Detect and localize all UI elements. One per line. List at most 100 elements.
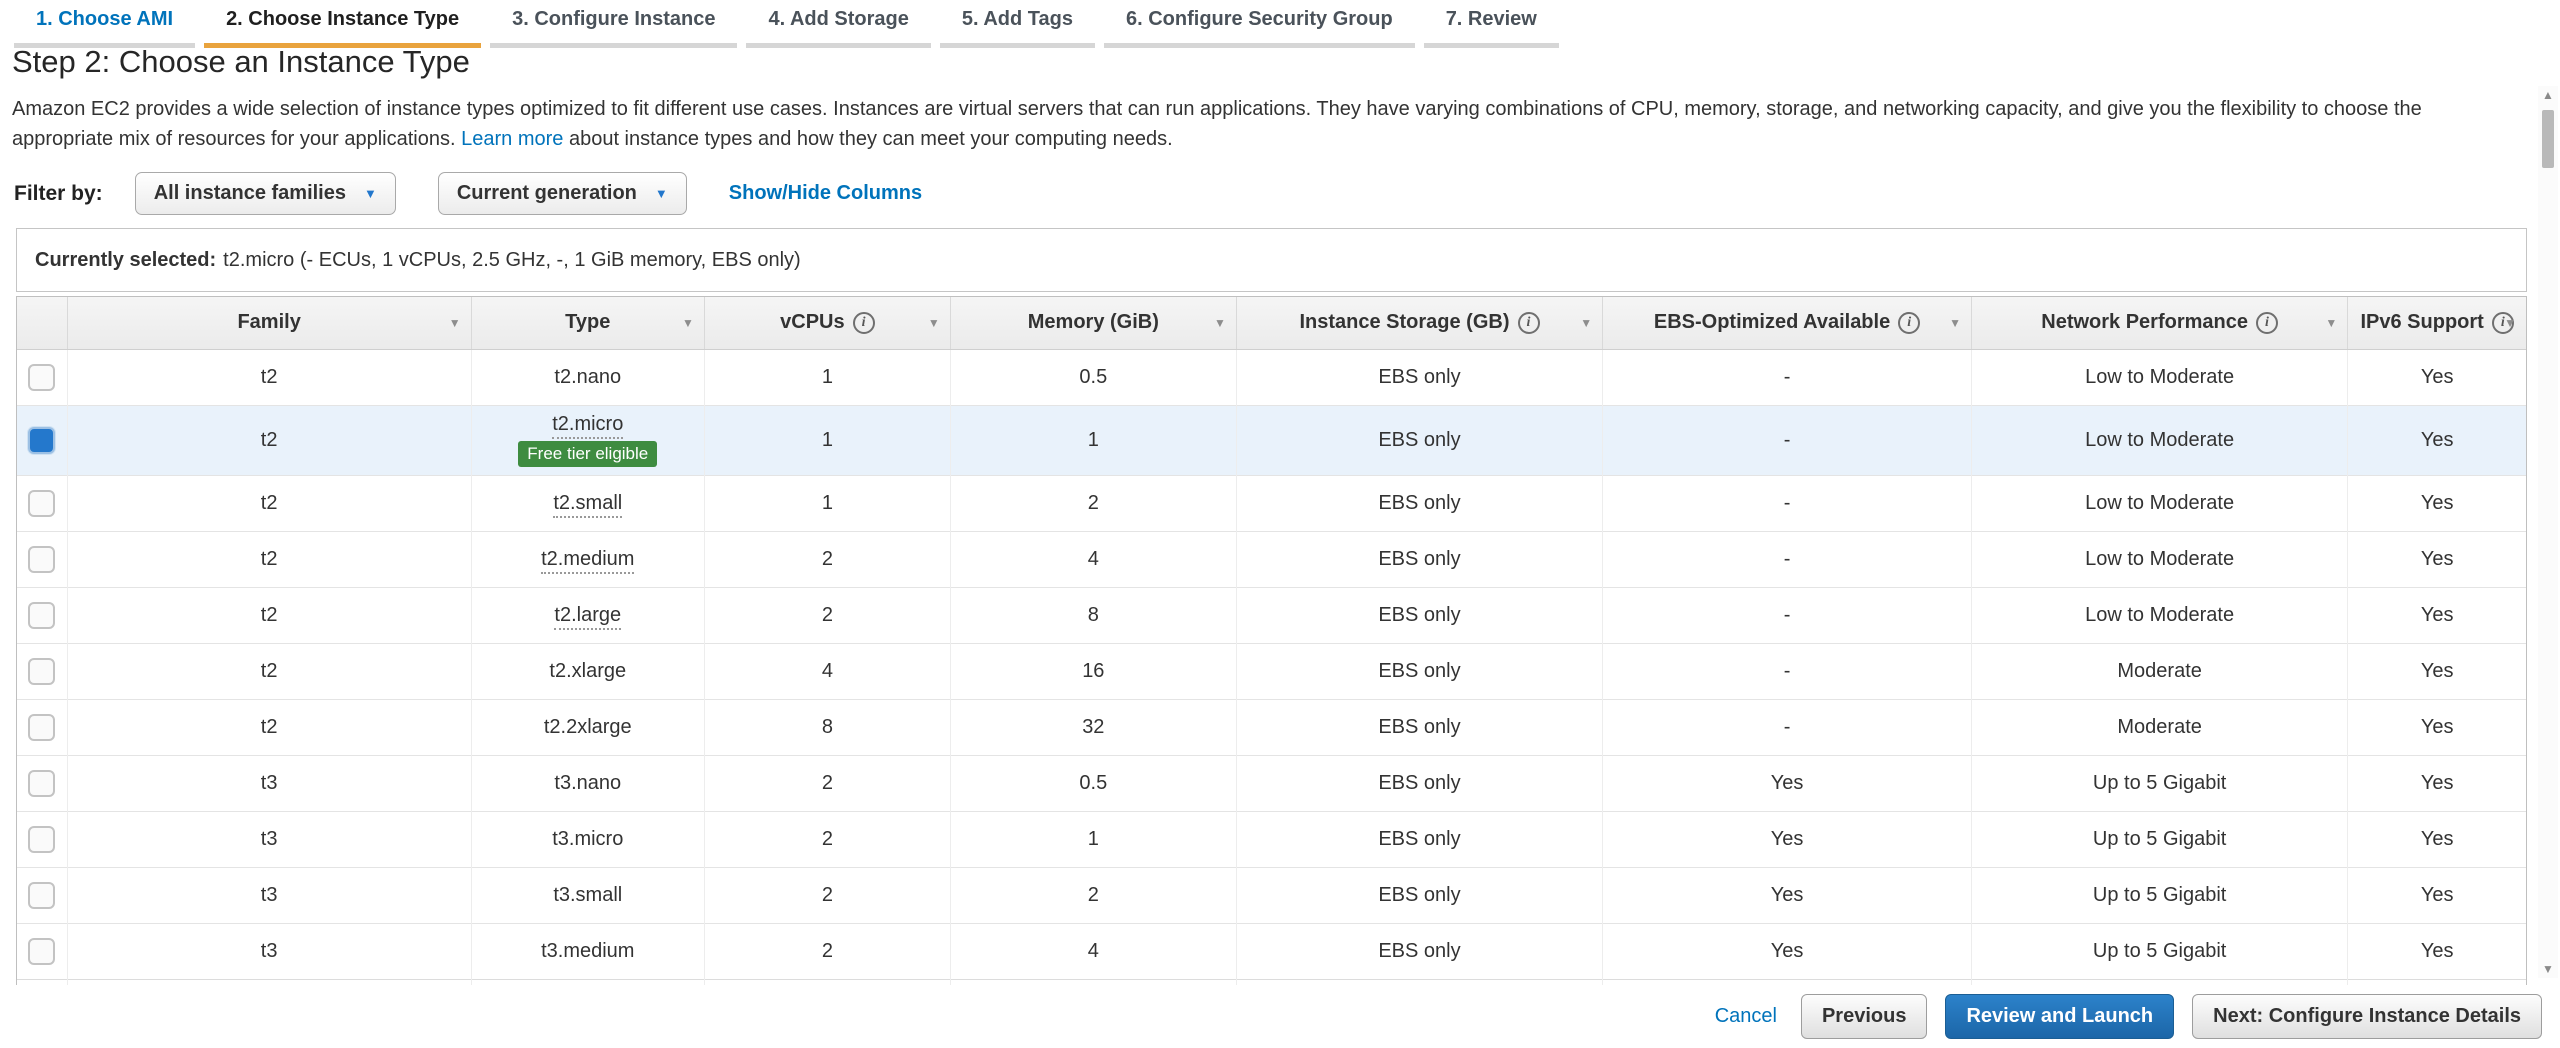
row-checkbox[interactable] [28,882,55,909]
type-link[interactable]: t2.xlarge [549,660,626,682]
type-link[interactable]: t2.2xlarge [544,716,632,738]
row-checkbox[interactable] [28,427,55,454]
column-label: Family [237,311,300,334]
type-link[interactable]: t3.nano [554,772,621,794]
type-link[interactable]: t3.medium [541,940,634,962]
table-row[interactable]: t2 t2.nano 1 0.5 EBS only - Low to Moder… [17,349,2526,405]
cell-ebs-optimized: Yes [1603,923,1972,979]
cell-memory: 2 [950,475,1236,531]
table-row[interactable]: t3 t3.nano 2 0.5 EBS only Yes Up to 5 Gi… [17,755,2526,811]
generation-dropdown[interactable]: Current generation ▼ [438,172,687,215]
learn-more-link[interactable]: Learn more [461,128,563,150]
column-header[interactable]: Memory (GiB) i ▼ [950,297,1236,349]
table-row[interactable]: t3 t3.small 2 2 EBS only Yes Up to 5 Gig… [17,867,2526,923]
column-header[interactable]: vCPUs i ▼ [704,297,950,349]
cell-network-performance: Low to Moderate [1971,475,2347,531]
review-and-launch-button[interactable]: Review and Launch [1945,994,2174,1039]
previous-button[interactable]: Previous [1801,994,1927,1039]
type-link[interactable]: t2.medium [541,548,634,574]
info-icon[interactable]: i [1518,312,1540,334]
column-label: vCPUs [780,311,844,334]
checkbox-cell [17,475,67,531]
show-hide-columns-link[interactable]: Show/Hide Columns [729,182,922,205]
type-link[interactable]: t2.large [554,604,621,630]
type-link[interactable]: t3.micro [552,828,623,850]
row-checkbox[interactable] [28,364,55,391]
checkbox-cell [17,587,67,643]
wizard-tab-1[interactable]: 1. Choose AMI [14,0,195,48]
row-checkbox[interactable] [28,602,55,629]
table-row[interactable]: t2 t2.2xlarge 8 32 EBS only - Moderate Y… [17,699,2526,755]
generation-dropdown-value: Current generation [457,182,637,205]
tab-label: 7. Review [1446,8,1537,30]
row-checkbox[interactable] [28,490,55,517]
info-icon[interactable]: i [853,312,875,334]
table-row[interactable]: t3 t3.medium 2 4 EBS only Yes Up to 5 Gi… [17,923,2526,979]
type-link[interactable]: t2.nano [554,366,621,388]
cell-instance-storage: EBS only [1236,349,1602,405]
cell-ebs-optimized: - [1603,531,1972,587]
header-checkbox-cell [17,297,67,349]
table-row[interactable]: t2 t2.small 1 2 EBS only - Low to Modera… [17,475,2526,531]
cell-type: t3.small [471,867,704,923]
scrollbar-thumb[interactable] [2542,110,2554,168]
instance-family-dropdown[interactable]: All instance families ▼ [135,172,396,215]
cancel-link[interactable]: Cancel [1715,1005,1777,1028]
wizard-tab-2[interactable]: 2. Choose Instance Type [204,0,481,48]
scrollbar-up-arrow-icon[interactable]: ▲ [2538,86,2558,104]
cell-vcpus: 2 [704,587,950,643]
sort-caret-icon: ▼ [1214,316,1226,330]
next-configure-instance-details-button[interactable]: Next: Configure Instance Details [2192,994,2542,1039]
cell-ebs-optimized: Yes [1603,811,1972,867]
cell-memory: 4 [950,923,1236,979]
page-scrollbar[interactable]: ▲ ▼ [2538,86,2558,978]
cell-ipv6-support: Yes [2348,405,2526,475]
cell-ebs-optimized: Yes [1603,755,1972,811]
table-row[interactable]: t2 t2.micro Free tier eligible 1 1 EBS o… [17,405,2526,475]
table-row[interactable]: t2 t2.large 2 8 EBS only - Low to Modera… [17,587,2526,643]
row-checkbox[interactable] [28,658,55,685]
column-header[interactable]: EBS-Optimized Available i ▼ [1603,297,1972,349]
type-link[interactable]: t2.small [553,492,622,518]
cell-ebs-optimized: - [1603,349,1972,405]
cell-family: t3 [67,811,471,867]
sort-caret-icon: ▼ [2504,316,2516,330]
row-checkbox[interactable] [28,714,55,741]
cell-ebs-optimized: - [1603,643,1972,699]
row-checkbox[interactable] [28,770,55,797]
scrollbar-down-arrow-icon[interactable]: ▼ [2538,960,2558,978]
column-label: Instance Storage (GB) [1299,311,1509,334]
cell-family: t2 [67,405,471,475]
row-checkbox[interactable] [28,546,55,573]
cell-ipv6-support: Yes [2348,811,2526,867]
cell-memory: 4 [950,531,1236,587]
table-row[interactable]: t3 t3.micro 2 1 EBS only Yes Up to 5 Gig… [17,811,2526,867]
table-row[interactable]: t2 t2.xlarge 4 16 EBS only - Moderate Ye… [17,643,2526,699]
row-checkbox[interactable] [28,938,55,965]
column-header[interactable]: Instance Storage (GB) i ▼ [1236,297,1602,349]
cell-ebs-optimized: - [1603,699,1972,755]
table-row[interactable]: t2 t2.medium 2 4 EBS only - Low to Moder… [17,531,2526,587]
info-icon[interactable]: i [2256,312,2278,334]
row-checkbox[interactable] [28,826,55,853]
tab-label: 1. Choose AMI [36,8,173,30]
cell-type: t2.micro Free tier eligible [471,405,704,475]
column-header[interactable]: Family i ▼ [67,297,471,349]
cell-type: t3.medium [471,923,704,979]
cell-network-performance: Low to Moderate [1971,405,2347,475]
cell-instance-storage: EBS only [1236,923,1602,979]
cell-type: t2.nano [471,349,704,405]
cell-type: t2.2xlarge [471,699,704,755]
info-icon[interactable]: i [1898,312,1920,334]
type-link[interactable]: t3.small [553,884,622,906]
checkbox-cell [17,643,67,699]
cell-family: t2 [67,349,471,405]
column-header[interactable]: Type i ▼ [471,297,704,349]
column-header[interactable]: IPv6 Support i ▼ [2348,297,2526,349]
cell-memory: 2 [950,867,1236,923]
cell-vcpus: 1 [704,405,950,475]
tab-label: 4. Add Storage [768,8,908,30]
checkbox-cell [17,531,67,587]
column-header[interactable]: Network Performance i ▼ [1971,297,2347,349]
currently-selected-bar: Currently selected: t2.micro (- ECUs, 1 … [16,228,2527,292]
